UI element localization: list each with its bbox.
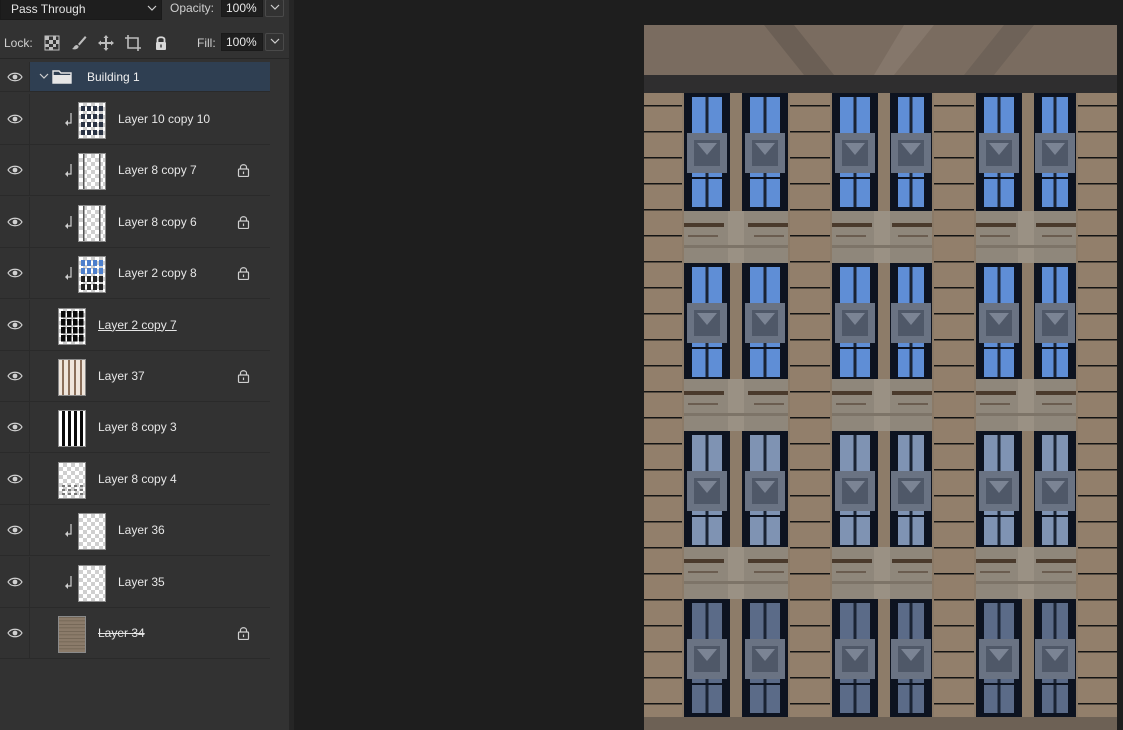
visibility-toggle[interactable]	[0, 556, 30, 607]
lock-icon	[237, 215, 250, 229]
lock-all-icon[interactable]	[152, 34, 170, 52]
lock-icon	[237, 164, 250, 178]
layer-name[interactable]: Layer 37	[98, 369, 145, 383]
fill-slider-button[interactable]	[265, 33, 284, 51]
eye-icon	[7, 268, 23, 278]
visibility-toggle[interactable]	[0, 299, 30, 350]
clipping-mask-arrow-icon	[65, 524, 72, 538]
opacity-label: Opacity:	[170, 1, 215, 15]
layer-name[interactable]: Layer 8 copy 3	[98, 420, 177, 434]
layer-name[interactable]: Layer 34	[98, 626, 145, 640]
canvas-area[interactable]	[294, 0, 1123, 730]
clipping-mask-arrow-icon	[65, 113, 72, 126]
visibility-toggle[interactable]	[0, 248, 30, 299]
group-name: Building 1	[87, 70, 140, 84]
fill-input[interactable]: 100%	[221, 33, 263, 51]
clipping-mask-arrow-icon	[65, 575, 72, 589]
layer-row[interactable]: Layer 8 copy 7	[0, 145, 270, 197]
layer-thumbnail[interactable]	[78, 204, 106, 242]
layer-thumbnail[interactable]	[78, 564, 106, 602]
eye-icon	[7, 525, 23, 535]
opacity-input[interactable]: 100%	[221, 0, 263, 17]
visibility-toggle[interactable]	[0, 145, 30, 196]
eye-icon	[7, 371, 23, 381]
layer-name[interactable]: Layer 10 copy 10	[118, 112, 210, 126]
eye-icon	[7, 628, 23, 638]
layer-thumbnail[interactable]	[78, 256, 106, 294]
layer-row[interactable]: Layer 8 copy 4	[0, 453, 270, 505]
eye-icon	[7, 474, 23, 484]
layer-name[interactable]: Layer 8 copy 4	[98, 472, 177, 486]
layer-name[interactable]: Layer 35	[118, 575, 165, 589]
layer-group-row[interactable]: Building 1	[0, 62, 270, 92]
eye-icon	[7, 166, 23, 175]
layer-thumbnail[interactable]	[58, 616, 86, 653]
blend-mode-value: Pass Through	[11, 2, 86, 16]
visibility-toggle[interactable]	[0, 453, 30, 504]
eye-icon	[7, 423, 23, 432]
folder-icon	[52, 70, 72, 84]
layer-row[interactable]: Layer 2 copy 7	[0, 299, 270, 351]
layer-thumbnail[interactable]	[78, 102, 106, 139]
lock-transparent-pixels-icon[interactable]	[43, 34, 61, 52]
visibility-toggle[interactable]	[0, 402, 30, 453]
layer-row[interactable]: Layer 8 copy 3	[0, 402, 270, 454]
layer-thumbnail[interactable]	[78, 513, 106, 551]
lock-row: Lock: Fill: 100%	[0, 32, 290, 54]
lock-artboard-icon[interactable]	[124, 34, 142, 52]
clipping-mask-arrow-icon	[65, 267, 72, 281]
lock-icon	[237, 267, 250, 281]
chevron-down-icon	[269, 36, 281, 48]
chevron-down-icon	[269, 2, 281, 14]
layer-row[interactable]: Layer 37	[0, 351, 270, 402]
layer-name[interactable]: Layer 8 copy 7	[118, 163, 197, 177]
layer-row[interactable]: Layer 2 copy 8	[0, 248, 270, 300]
layer-thumbnail[interactable]	[58, 307, 86, 345]
layer-thumbnail[interactable]	[58, 461, 86, 499]
layer-row[interactable]: Layer 34	[0, 608, 270, 659]
layer-row[interactable]: Layer 36	[0, 505, 270, 557]
fill-label: Fill:	[197, 36, 216, 50]
layer-row[interactable]: Layer 10 copy 10	[0, 94, 270, 145]
visibility-toggle[interactable]	[0, 94, 30, 144]
layer-thumbnail[interactable]	[58, 410, 86, 448]
layer-name[interactable]: Layer 8 copy 6	[118, 215, 197, 229]
eye-icon	[7, 320, 23, 329]
visibility-toggle[interactable]	[0, 351, 30, 401]
lock-position-move-icon[interactable]	[97, 34, 115, 52]
layer-thumbnail[interactable]	[58, 359, 86, 396]
building-facade-artwork	[644, 25, 1117, 730]
layer-row[interactable]: Layer 35	[0, 556, 270, 608]
clipping-mask-arrow-icon	[65, 215, 72, 229]
eye-icon	[7, 577, 23, 586]
lock-image-pixels-brush-icon[interactable]	[70, 34, 88, 52]
expand-chevron-icon[interactable]	[38, 70, 50, 82]
eye-icon	[7, 217, 23, 227]
clipping-mask-arrow-icon	[65, 164, 72, 178]
blend-opacity-row: Pass Through Opacity: 100%	[0, 0, 290, 20]
layer-thumbnail[interactable]	[78, 153, 106, 191]
eye-icon	[7, 114, 23, 124]
visibility-toggle[interactable]	[0, 196, 30, 247]
layer-name[interactable]: Layer 2 copy 7	[98, 318, 177, 332]
lock-label: Lock:	[4, 36, 33, 50]
lock-icon	[237, 370, 250, 383]
layers-panel: Pass Through Opacity: 100% Lock: Fill: 1…	[0, 0, 290, 730]
layer-row[interactable]: Layer 8 copy 6	[0, 196, 270, 248]
visibility-toggle[interactable]	[0, 62, 30, 91]
chevron-down-icon	[146, 3, 158, 15]
blend-mode-select[interactable]: Pass Through	[0, 0, 162, 20]
divider	[0, 58, 290, 59]
layer-name[interactable]: Layer 2 copy 8	[118, 266, 197, 280]
layer-name[interactable]: Layer 36	[118, 523, 165, 537]
visibility-toggle[interactable]	[0, 505, 30, 556]
eye-icon	[7, 72, 23, 81]
lock-icon	[237, 627, 250, 640]
opacity-slider-button[interactable]	[265, 0, 284, 17]
visibility-toggle[interactable]	[0, 608, 30, 658]
document-canvas[interactable]	[644, 25, 1117, 730]
